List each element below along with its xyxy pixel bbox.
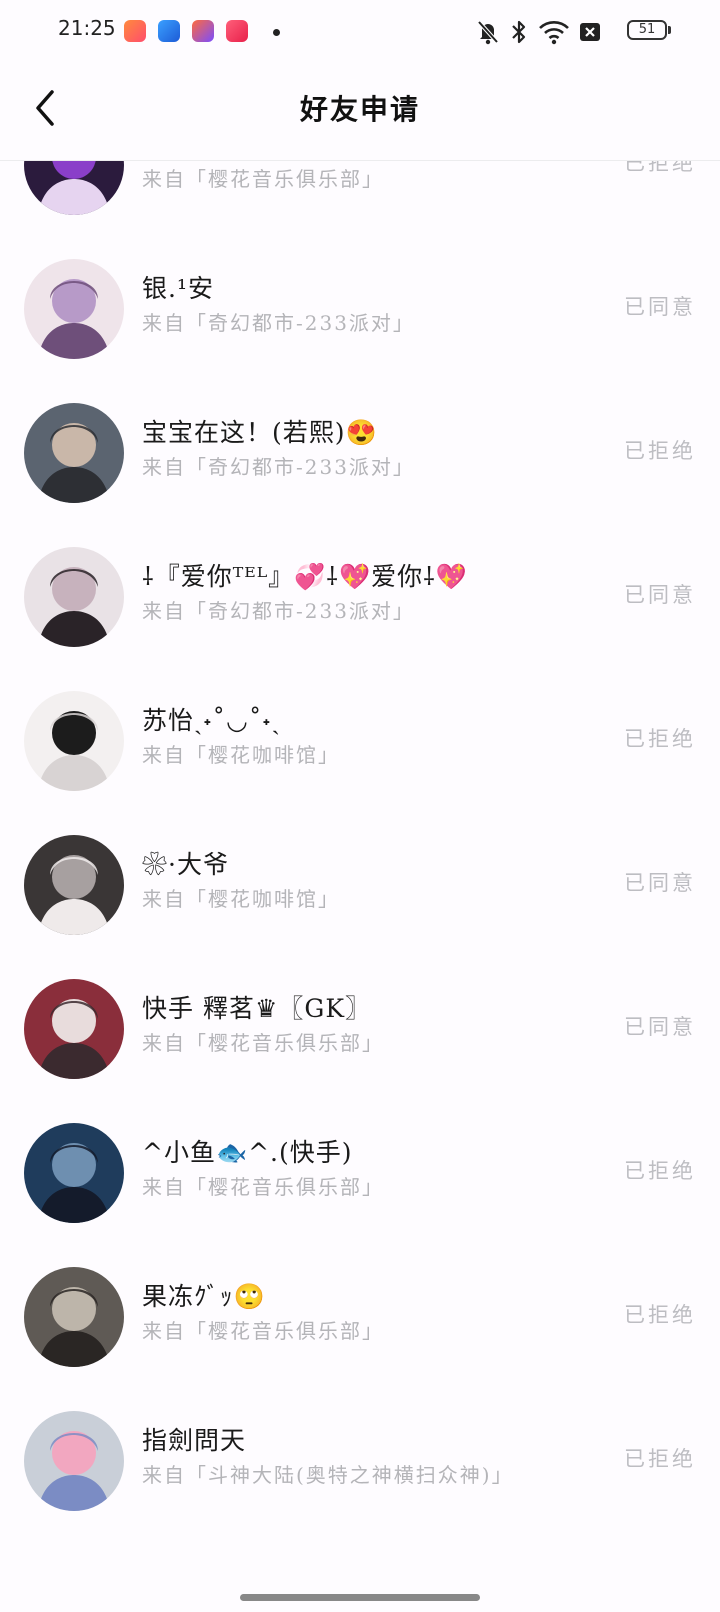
request-status: 已拒绝 — [624, 1303, 696, 1327]
requester-name: ❀·大爷 — [142, 850, 229, 879]
request-source: 来自「樱花音乐俱乐部」 — [142, 1031, 384, 1055]
requester-name: 果冻ｸﾞｯ🙄 — [142, 1282, 266, 1311]
request-source: 来自「奇幻都市-233派对」 — [142, 599, 415, 623]
requester-name: 银.¹安 — [142, 274, 214, 303]
requester-name: 指劍問天 — [142, 1426, 247, 1455]
request-source: 来自「樱花咖啡馆」 — [142, 743, 340, 767]
avatar[interactable] — [24, 403, 124, 503]
music-app-icon — [226, 20, 248, 42]
avatar[interactable] — [24, 259, 124, 359]
home-indicator[interactable] — [240, 1594, 480, 1601]
friend-request-row[interactable]: 果冻ｸﾞｯ🙄 来自「樱花音乐俱乐部」 已拒绝 — [0, 1267, 720, 1415]
request-status: 已拒绝 — [624, 1447, 696, 1471]
request-status: 已同意 — [624, 583, 696, 607]
avatar[interactable] — [24, 835, 124, 935]
requester-name: 快手 釋茗♛〖GK〗 — [142, 994, 372, 1023]
friend-request-row[interactable]: 苏怡ˏ˖˚◡˚˖ˎ 来自「樱花咖啡馆」 已拒绝 — [0, 691, 720, 839]
avatar[interactable] — [24, 691, 124, 791]
friend-request-row[interactable]: ❀·大爷来自「樱花咖啡馆」 已同意 — [0, 835, 720, 983]
notification-dot — [273, 29, 280, 36]
avatar[interactable] — [24, 1123, 124, 1223]
nav-bar: 好友申请 — [0, 64, 720, 161]
mute-bell-icon — [477, 20, 499, 45]
request-source: 来自「樱花咖啡馆」 — [142, 887, 340, 911]
sim-x-icon — [580, 23, 600, 41]
friend-request-row[interactable]: 银.¹安来自「奇幻都市-233派对」 已同意 — [0, 259, 720, 407]
requester-name: ⸸『爱你ᵀᴱᴸ』💞⸸💖爱你⸸💖 — [142, 562, 468, 591]
friend-request-row[interactable]: ^小鱼🐟^.(快手) 来自「樱花音乐俱乐部」 已拒绝 — [0, 1123, 720, 1271]
request-source: 来自「樱花音乐俱乐部」 — [142, 1175, 384, 1199]
request-source: 来自「樱花音乐俱乐部」 — [142, 1319, 384, 1343]
screen: 来自「樱花音乐俱乐部」 已拒绝 银.¹安 来自「奇幻都市-233派对」 已同意 宝宝在这！… — [0, 0, 720, 1612]
wifi-icon — [539, 21, 569, 45]
request-source: 来自「斗神大陆(奥特之神横扫众神)」 — [142, 1463, 514, 1487]
battery-tip — [668, 26, 671, 34]
request-status: 已同意 — [624, 871, 696, 895]
requester-name: ^小鱼🐟^.(快手) — [142, 1138, 353, 1167]
request-status: 已拒绝 — [624, 1159, 696, 1183]
app-icon-1 — [124, 20, 146, 42]
app-icon-2 — [158, 20, 180, 42]
requester-name: 宝宝在这！(若熙)😍 — [142, 418, 378, 447]
request-status: 已同意 — [624, 1015, 696, 1039]
request-status: 已拒绝 — [624, 439, 696, 463]
friend-request-row[interactable]: 快手 釋茗♛〖GK〗来自「樱花音乐俱乐部」 已同意 — [0, 979, 720, 1127]
friend-request-row[interactable]: 指劍問天来自「斗神大陆(奥特之神横扫众神)」 已拒绝 — [0, 1411, 720, 1559]
request-source: 来自「樱花音乐俱乐部」 — [142, 167, 384, 191]
request-status: 已同意 — [624, 295, 696, 319]
request-source: 来自「奇幻都市-233派对」 — [142, 455, 415, 479]
request-status: 已拒绝 — [624, 727, 696, 751]
avatar[interactable] — [24, 979, 124, 1079]
status-bar: 21:25 51 — [0, 0, 720, 64]
page-title: 好友申请 — [299, 93, 420, 126]
friend-request-row[interactable]: ⸸『爱你ᵀᴱᴸ』💞⸸💖爱你⸸💖 来自「奇幻都市-233派对」 已同意 — [0, 547, 720, 695]
friend-request-row[interactable]: 宝宝在这！(若熙)😍 来自「奇幻都市-233派对」 已拒绝 — [0, 403, 720, 551]
battery-icon: 51 — [627, 20, 667, 40]
app-icon-3 — [192, 20, 214, 42]
avatar[interactable] — [24, 1267, 124, 1367]
avatar[interactable] — [24, 547, 124, 647]
status-time: 21:25 — [58, 16, 116, 40]
request-source: 来自「奇幻都市-233派对」 — [142, 311, 415, 335]
battery-level: 51 — [638, 22, 656, 37]
bluetooth-icon — [512, 20, 526, 44]
avatar[interactable] — [24, 1411, 124, 1511]
requester-name: 苏怡ˏ˖˚◡˚˖ˎ — [142, 706, 281, 735]
